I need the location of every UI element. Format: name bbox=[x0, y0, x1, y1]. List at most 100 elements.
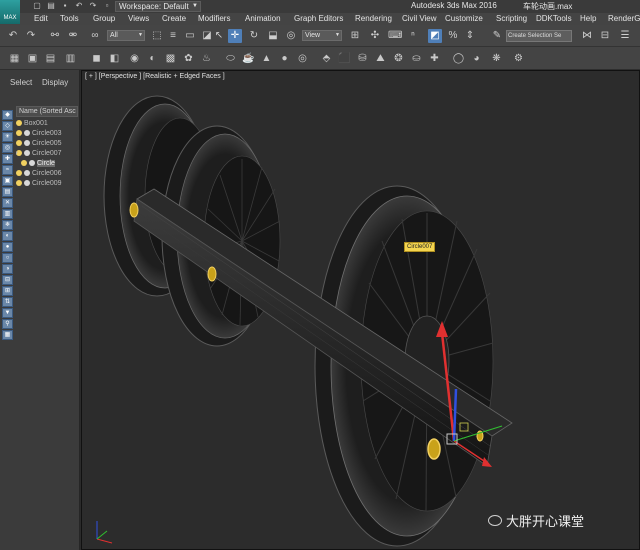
menu-group[interactable]: Group bbox=[93, 14, 115, 23]
app-logo-icon[interactable]: MAX bbox=[0, 0, 20, 24]
sphere-icon[interactable]: ● bbox=[278, 52, 291, 65]
find-icon[interactable]: ⚲ bbox=[2, 319, 13, 329]
pyramid-icon[interactable]: ⛰ bbox=[374, 52, 387, 65]
redo-icon[interactable]: ↷ bbox=[24, 29, 38, 43]
new-file-icon[interactable]: ▢ bbox=[32, 1, 42, 11]
list-item-selected[interactable]: Circle bbox=[16, 159, 78, 169]
spinner-snap-icon[interactable]: ⇕ bbox=[463, 29, 477, 43]
filter-groups-icon[interactable]: ▣ bbox=[2, 176, 13, 186]
filter-lights-icon[interactable]: ☀ bbox=[2, 132, 13, 142]
undo-icon[interactable]: ↶ bbox=[6, 29, 20, 43]
light-bulb-icon[interactable] bbox=[16, 120, 22, 127]
use-pivot-point-icon[interactable]: ⊞ bbox=[348, 29, 362, 43]
percent-snap-icon[interactable]: % bbox=[446, 29, 460, 43]
material-editor-icon[interactable]: ◉ bbox=[128, 52, 141, 65]
project-icon[interactable]: ▫ bbox=[102, 1, 112, 11]
visibility-icon[interactable] bbox=[24, 140, 30, 147]
visibility-icon[interactable] bbox=[24, 170, 30, 177]
selection-filter-dropdown[interactable]: All ▼ bbox=[107, 30, 145, 41]
select-by-name-icon[interactable]: ≡ bbox=[166, 29, 180, 43]
name-column-header[interactable]: Name (Sorted Asc bbox=[16, 106, 78, 117]
torus-icon[interactable]: ◎ bbox=[296, 52, 309, 65]
text-plus-icon[interactable]: ✚ bbox=[428, 52, 441, 65]
snaps-toggle-icon[interactable]: ⁿ bbox=[406, 29, 420, 43]
filter-all-icon[interactable]: ● bbox=[2, 242, 13, 252]
geosphere-icon[interactable]: ❂ bbox=[392, 52, 405, 65]
tab-select[interactable]: Select bbox=[10, 78, 32, 87]
render-setup-icon[interactable]: ◐ bbox=[146, 52, 159, 65]
filter-xrefs-icon[interactable]: ▤ bbox=[2, 187, 13, 197]
render-icon[interactable]: ✿ bbox=[182, 52, 195, 65]
filter-none-icon[interactable]: ○ bbox=[2, 253, 13, 263]
visibility-icon[interactable] bbox=[24, 130, 30, 137]
settings-icon[interactable]: ⚙ bbox=[512, 52, 525, 65]
select-object-cursor-icon[interactable]: ↖ bbox=[212, 29, 226, 43]
filter-bones-icon[interactable]: ✕ bbox=[2, 198, 13, 208]
light-bulb-icon[interactable] bbox=[16, 130, 22, 137]
filter-geometry-icon[interactable]: ◆ bbox=[2, 110, 13, 120]
perspective-viewport[interactable]: [ + ] [Perspective ] [Realistic + Edged … bbox=[81, 70, 640, 550]
open-file-icon[interactable]: ▤ bbox=[46, 1, 56, 11]
select-and-link-icon[interactable]: ⚯ bbox=[48, 29, 62, 43]
menu-renderg[interactable]: RenderG bbox=[608, 14, 640, 23]
menu-graph-editors[interactable]: Graph Editors bbox=[294, 14, 343, 23]
filter-containers-icon[interactable]: ▥ bbox=[2, 209, 13, 219]
menu-help[interactable]: Help bbox=[580, 14, 596, 23]
save-file-icon[interactable]: ▪ bbox=[60, 1, 70, 11]
cone-icon[interactable]: ▲ bbox=[260, 52, 273, 65]
shaded-sphere-icon[interactable]: ◕ bbox=[470, 52, 483, 65]
light-bulb-icon[interactable] bbox=[16, 140, 22, 147]
select-and-rotate-icon[interactable]: ↻ bbox=[247, 29, 261, 43]
light-bulb-icon[interactable] bbox=[16, 170, 22, 177]
menu-create[interactable]: Create bbox=[162, 14, 186, 23]
menu-customize[interactable]: Customize bbox=[445, 14, 483, 23]
menu-ddktools[interactable]: DDKTools bbox=[536, 14, 572, 23]
menu-civil-view[interactable]: Civil View bbox=[402, 14, 437, 23]
curve-editor-icon[interactable]: ◼ bbox=[90, 52, 103, 65]
align-icon[interactable]: ⊟ bbox=[598, 29, 612, 43]
layer-select-icon[interactable]: ▤ bbox=[44, 52, 57, 65]
light-bulb-icon[interactable] bbox=[16, 180, 22, 187]
filter-shapes-icon[interactable]: ◇ bbox=[2, 121, 13, 131]
layer-list-icon[interactable]: ▥ bbox=[64, 52, 77, 65]
list-item[interactable]: Box001 bbox=[16, 119, 78, 129]
unlink-selection-icon[interactable]: ⚮ bbox=[66, 29, 80, 43]
sync-selection-icon[interactable]: ⇅ bbox=[2, 297, 13, 307]
undo-icon[interactable]: ↶ bbox=[74, 1, 84, 11]
layer-add-icon[interactable]: ▣ bbox=[26, 52, 39, 65]
mirror-icon[interactable]: ⋈ bbox=[580, 29, 594, 43]
menu-scripting[interactable]: Scripting bbox=[496, 14, 527, 23]
visibility-icon[interactable] bbox=[24, 180, 30, 187]
edit-named-selection-icon[interactable]: ✎ bbox=[490, 29, 504, 43]
teapot-render-icon[interactable]: ♨ bbox=[200, 52, 213, 65]
menu-animation[interactable]: Animation bbox=[245, 14, 281, 23]
layer-icon[interactable]: ▦ bbox=[8, 52, 21, 65]
reference-coordinate-dropdown[interactable]: View ▼ bbox=[302, 30, 342, 41]
tab-display[interactable]: Display bbox=[42, 78, 68, 87]
filter-cameras-icon[interactable]: ◎ bbox=[2, 143, 13, 153]
filter-frozen-icon[interactable]: ❄ bbox=[2, 220, 13, 230]
list-item[interactable]: Circle006 bbox=[16, 169, 78, 179]
capsule-icon[interactable]: ⬭ bbox=[224, 52, 237, 65]
menu-tools[interactable]: Tools bbox=[60, 14, 79, 23]
display-influences-icon[interactable]: ⊞ bbox=[2, 286, 13, 296]
list-item[interactable]: Circle009 bbox=[16, 179, 78, 189]
menu-rendering[interactable]: Rendering bbox=[355, 14, 392, 23]
menu-edit[interactable]: Edit bbox=[34, 14, 48, 23]
scene-render[interactable] bbox=[82, 71, 640, 550]
menu-views[interactable]: Views bbox=[128, 14, 149, 23]
workspace-dropdown[interactable]: Workspace: Default ▼ bbox=[115, 1, 201, 12]
rectangular-selection-icon[interactable]: ▭ bbox=[183, 29, 197, 43]
place-object-icon[interactable]: ◎ bbox=[284, 29, 298, 43]
select-and-move-icon[interactable]: ✛ bbox=[228, 29, 242, 43]
tube-icon[interactable]: ⛁ bbox=[356, 52, 369, 65]
light-bulb-icon[interactable] bbox=[21, 160, 27, 167]
schematic-view-icon[interactable]: ◧ bbox=[108, 52, 121, 65]
redo-icon[interactable]: ↷ bbox=[88, 1, 98, 11]
bind-to-space-warp-icon[interactable]: ∞ bbox=[88, 29, 102, 43]
layer-explorer-icon[interactable]: ▦ bbox=[2, 330, 13, 340]
box-icon[interactable]: ⬛ bbox=[338, 52, 351, 65]
filter-warps-icon[interactable]: ≈ bbox=[2, 165, 13, 175]
list-item[interactable]: Circle005 bbox=[16, 139, 78, 149]
visibility-icon[interactable] bbox=[29, 160, 35, 167]
